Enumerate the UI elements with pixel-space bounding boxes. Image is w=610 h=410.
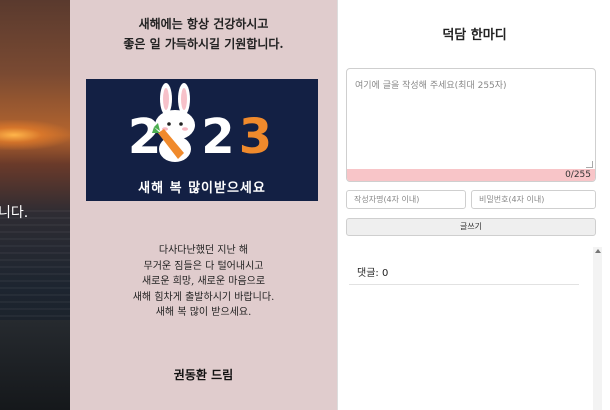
message-textarea[interactable]: 여기에 글을 작성해 주세요(최대 255자) 0/255 [346, 68, 596, 182]
poem-line: 새해 힘차게 출발하시기 바랍니다. [132, 291, 275, 303]
comment-list: 댓글: 0 [345, 247, 601, 410]
bunny-with-carrot-icon [152, 83, 195, 162]
password-input[interactable]: 비밀번호(4자 이내) [471, 190, 596, 209]
textarea-placeholder: 여기에 글을 작성해 주세요(최대 255자) [355, 81, 507, 91]
comment-scrollbar[interactable] [593, 247, 602, 410]
year-digit: 2 [201, 109, 239, 165]
signature: 권동환 드림 [173, 368, 234, 382]
resize-grip-icon[interactable] [586, 161, 593, 168]
poem-line: 새로운 희망, 새로운 마음으로 [141, 276, 266, 287]
greeting-line: 좋은 일 가득하시길 기원합니다. [123, 37, 284, 51]
char-counter: 0/255 [347, 169, 595, 181]
poem: 다사다난했던 지난 해 무거운 짐들은 다 털어내시고 새로운 희망, 새로운 … [70, 243, 337, 321]
new-year-banner: 2​23 새해 복 많이받으세요 [86, 79, 318, 201]
scroll-up-arrow-icon[interactable] [595, 249, 601, 253]
sun-glow [0, 120, 70, 150]
year-digit-orange: 3 [238, 109, 277, 165]
write-button[interactable]: 글쓰기 [346, 218, 596, 236]
greeting-line: 새해에는 항상 건강하시고 [138, 17, 269, 31]
photo-message: 니다. [0, 205, 29, 221]
poem-line: 다사다난했던 지난 해 [158, 245, 249, 256]
poem-line: 무거운 짐들은 다 털어내시고 [143, 260, 264, 272]
divider [349, 284, 579, 285]
sunset-photo: 니다. [0, 0, 70, 410]
banner-wish: 새해 복 많이받으세요 [138, 181, 266, 196]
rocks [0, 320, 70, 410]
guestbook-title: 덕담 한마디 [442, 28, 507, 43]
comment-count: 댓글: 0 [357, 268, 389, 279]
author-name-input[interactable]: 작성자명(4자 이내) [346, 190, 466, 209]
greeting-card: 새해에는 항상 건강하시고 좋은 일 가득하시길 기원합니다. 2​23 새해 … [70, 0, 337, 410]
poem-line: 새해 복 많이 받으세요. [155, 307, 252, 318]
greeting-text: 새해에는 항상 건강하시고 좋은 일 가득하시길 기원합니다. [70, 14, 337, 54]
